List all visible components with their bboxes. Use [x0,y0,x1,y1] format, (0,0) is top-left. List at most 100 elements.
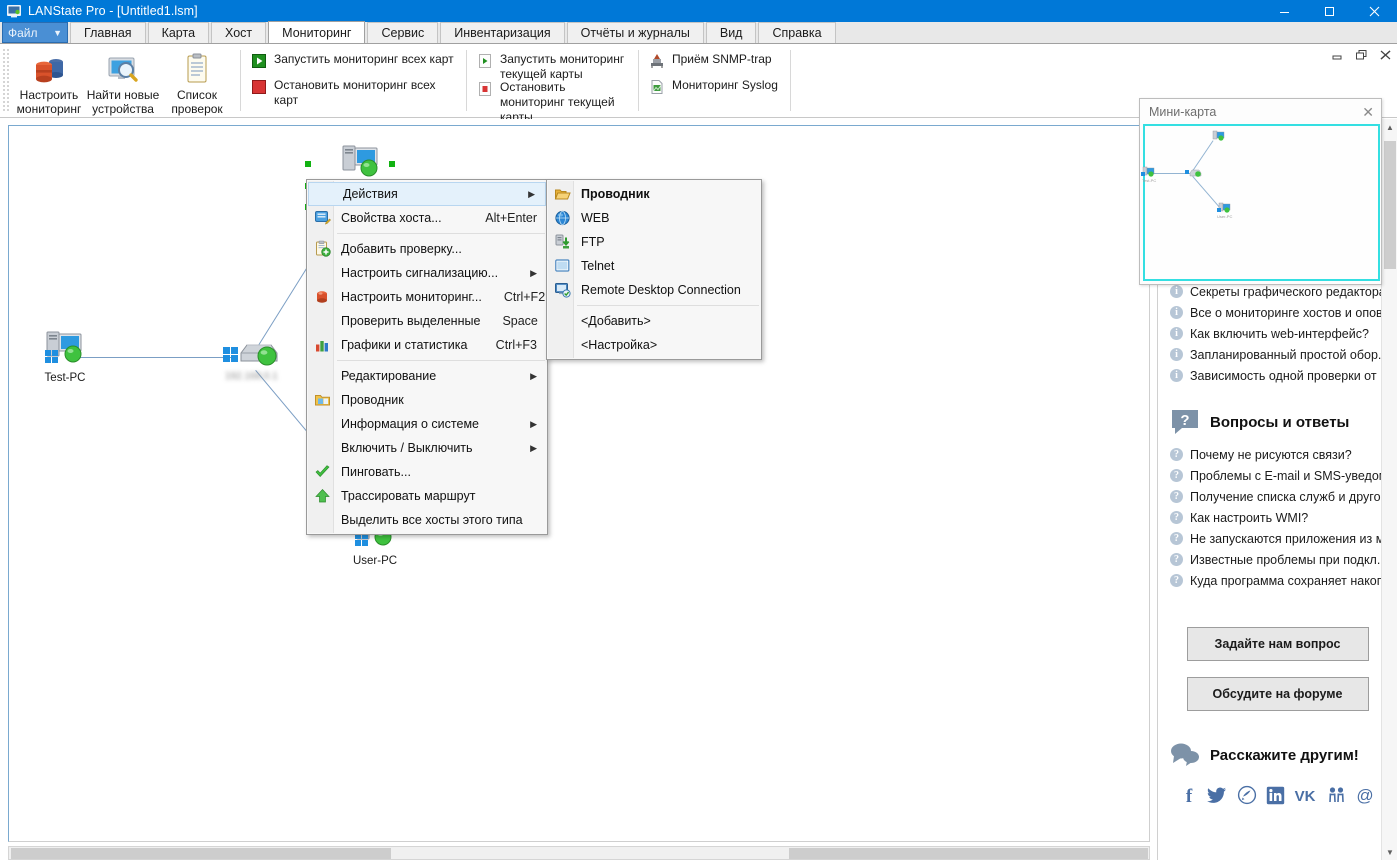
tab-vid[interactable]: Вид [705,22,757,43]
close-icon[interactable]: ✕ [1362,105,1374,119]
host-context-menu[interactable]: Действия ▶ Свойства хоста... Alt+Enter Д… [306,179,548,535]
check-green-icon [314,464,331,481]
menu-item-configure-alarm[interactable]: Настроить сигнализацию... ▶ [307,261,547,285]
odnoklassniki-icon[interactable] [1326,785,1346,805]
help-link-label: Как включить web-интерфейс? [1190,326,1369,341]
faq-link-item[interactable]: ? Почему не рисуются связи? [1158,444,1397,465]
configure-monitoring-button[interactable]: Настроить мониторинг [12,48,86,116]
label-line1: Список [177,88,217,102]
faq-link-item[interactable]: ? Куда программа сохраняет накоп... [1158,570,1397,591]
scrollbar-thumb-left[interactable] [11,848,391,859]
label-line2: устройства [92,102,154,116]
facebook-icon[interactable]: f [1180,785,1198,805]
start-monitoring-all-maps-label: Запустить мониторинг всех карт [274,52,454,66]
faq-link-item[interactable]: ? Не запускаются приложения из м... [1158,528,1397,549]
checks-list-button[interactable]: Список проверок [160,48,234,116]
submenu-item-add[interactable]: <Добавить> [547,309,761,333]
help-link-item[interactable]: i Зависимость одной проверки от ... [1158,365,1397,386]
menu-item-add-check[interactable]: Добавить проверку... [307,237,547,261]
find-new-devices-button[interactable]: Найти новые устройства [86,48,160,116]
scroll-up-arrow-icon[interactable]: ▲ [1382,119,1397,135]
menu-item-ping[interactable]: Пинговать... [307,460,547,484]
tab-host[interactable]: Хост [211,22,267,43]
submenu-item-rdp[interactable]: Remote Desktop Connection [547,278,761,302]
mdi-restore-button[interactable] [1353,48,1369,62]
node-router[interactable]: 192.168.0.1 [219,331,289,382]
twitter-icon[interactable] [1207,785,1227,805]
submenu-item-label: <Настройка> [581,338,658,352]
stop-monitoring-all-maps-button[interactable]: Остановить мониторинг всех карт [247,76,460,110]
menu-item-actions[interactable]: Действия ▶ [308,182,546,206]
tab-label: Главная [84,26,132,40]
selection-handle-ne[interactable] [389,161,395,167]
livejournal-icon[interactable] [1237,785,1257,805]
ask-question-button[interactable]: Задайте нам вопрос [1186,627,1369,661]
submenu-item-web[interactable]: WEB [547,206,761,230]
play-green-small-icon [477,53,493,69]
maximize-button[interactable] [1307,0,1352,22]
menu-item-check-selected[interactable]: Проверить выделенные Space [307,309,547,333]
snmp-trap-button[interactable]: Приём SNMP-trap [645,50,784,76]
ribbon-group-all-maps: Запустить мониторинг всех карт Остановит… [247,44,460,117]
menu-item-charts-statistics[interactable]: Графики и статистика Ctrl+F3 [307,333,547,357]
syslog-monitoring-button[interactable]: Мониторинг Syslog [645,76,784,102]
minimap-panel[interactable]: Мини-карта ✕ Test-PC User-PC [1139,98,1382,285]
menu-item-explorer[interactable]: Проводник [307,388,547,412]
mdi-minimize-button[interactable] [1329,48,1345,62]
close-button[interactable] [1352,0,1397,22]
menu-item-system-info[interactable]: Информация о системе ▶ [307,412,547,436]
submenu-item-telnet[interactable]: Telnet [547,254,761,278]
tab-glavnaya[interactable]: Главная [70,22,146,43]
faq-link-item[interactable]: ? Известные проблемы при подкл... [1158,549,1397,570]
help-scrollbar-thumb[interactable] [1384,141,1396,269]
tab-spravka[interactable]: Справка [758,22,836,43]
minimap-label-test-pc: Test-PC [1142,178,1157,183]
faq-link-label: Получение списка служб и друго... [1190,489,1391,504]
help-panel-scrollbar[interactable]: ▲ ▼ [1381,119,1397,860]
forum-button[interactable]: Обсудите на форуме [1186,677,1369,711]
selection-handle-nw[interactable] [305,161,311,167]
menu-item-configure-monitoring[interactable]: Настроить мониторинг... Ctrl+F2 [307,285,547,309]
tab-servis[interactable]: Сервис [367,22,439,43]
start-monitoring-current-map-button[interactable]: Запустить мониторинг текущей карты [473,50,632,81]
tab-karta[interactable]: Карта [147,22,210,43]
help-link-item[interactable]: i Все о мониторинге хостов и опов... [1158,302,1397,323]
play-green-icon [251,53,267,69]
ribbon-group-traps: Приём SNMP-trap Мониторинг Syslog [645,44,784,117]
submenu-item-settings[interactable]: <Настройка> [547,333,761,357]
menu-item-select-all-hosts-of-type[interactable]: Выделить все хосты этого типа [307,508,547,532]
submenu-item-ftp[interactable]: FTP [547,230,761,254]
tab-inventarizaciya[interactable]: Инвентаризация [440,22,565,43]
folder-icon [314,392,331,409]
minimap-viewport[interactable]: Test-PC User-PC [1141,124,1380,281]
chevron-right-icon: ▶ [530,418,537,429]
stop-monitoring-current-map-button[interactable]: Остановить мониторинг текущей карты [473,78,632,124]
menu-item-traceroute[interactable]: Трассировать маршрут [307,484,547,508]
scrollbar-thumb-right[interactable] [789,848,1148,859]
tab-otchety-i-zhurnaly[interactable]: Отчёты и журналы [566,22,704,43]
help-link-item[interactable]: i Запланированный простой обор... [1158,344,1397,365]
tab-monitoring[interactable]: Мониторинг [268,21,366,43]
submenu-item-explorer[interactable]: Проводник [547,182,761,206]
node-test-pc[interactable]: Test-PC [35,328,95,384]
file-menu-button[interactable]: Файл ▼ [2,22,68,43]
menu-item-power-on-off[interactable]: Включить / Выключить ▶ [307,436,547,460]
faq-link-item[interactable]: ? Как настроить WMI? [1158,507,1397,528]
mdi-close-button[interactable] [1377,48,1393,62]
faq-link-item[interactable]: ? Проблемы с E-mail и SMS-уведом... [1158,465,1397,486]
monitor-search-icon [104,52,142,86]
email-icon[interactable]: @ [1355,785,1375,805]
faq-link-item[interactable]: ? Получение списка служб и друго... [1158,486,1397,507]
faq-heading-text: Вопросы и ответы [1210,413,1350,431]
minimize-button[interactable] [1262,0,1307,22]
label-line1: Найти новые [86,88,160,102]
scroll-down-arrow-icon[interactable]: ▼ [1382,844,1397,860]
linkedin-icon[interactable] [1266,786,1285,805]
vk-icon[interactable]: VK [1294,785,1316,805]
menu-item-host-properties[interactable]: Свойства хоста... Alt+Enter [307,206,547,230]
map-horizontal-scrollbar[interactable] [8,846,1150,860]
help-link-item[interactable]: i Как включить web-интерфейс? [1158,323,1397,344]
menu-item-editing[interactable]: Редактирование ▶ [307,364,547,388]
actions-submenu[interactable]: Проводник WEB FTP Telnet Remote Desktop … [546,179,762,360]
start-monitoring-all-maps-button[interactable]: Запустить мониторинг всех карт [247,50,460,76]
